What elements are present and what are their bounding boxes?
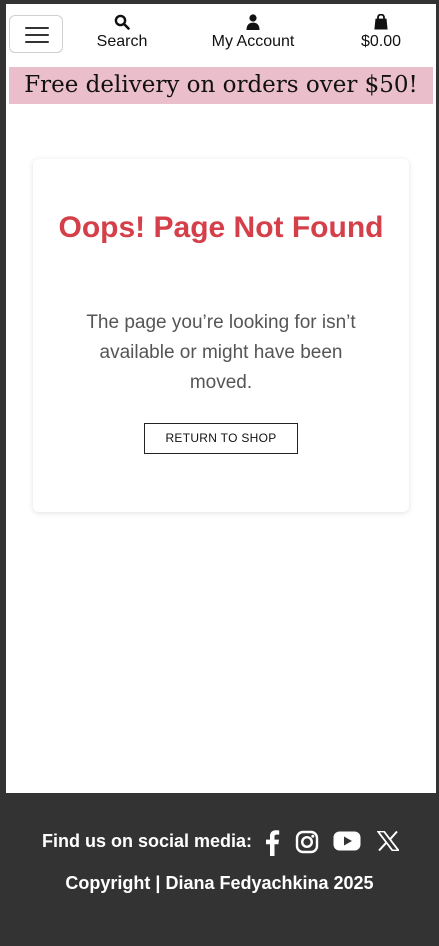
social-label: Find us on social media: — [42, 831, 253, 851]
site-footer: Find us on social media: Copyright | Dia… — [0, 793, 439, 946]
return-to-shop-button[interactable]: RETURN TO SHOP — [144, 423, 298, 454]
search-label: Search — [96, 33, 148, 50]
site-header: Search My Account $0.00 — [6, 4, 436, 66]
menu-bar-icon — [25, 34, 49, 36]
shopping-bag-icon — [374, 14, 388, 30]
menu-toggle-button[interactable] — [9, 15, 63, 53]
user-icon — [246, 14, 260, 30]
menu-bar-icon — [25, 41, 49, 43]
copyright-text: Copyright | Diana Fedyachkina 2025 — [65, 873, 374, 893]
menu-bar-icon — [25, 27, 49, 29]
promo-banner: Free delivery on orders over $50! — [9, 67, 433, 104]
error-message: The page you’re looking for isn’t availa… — [86, 312, 356, 393]
my-account-link[interactable]: My Account — [202, 14, 304, 51]
facebook-icon[interactable] — [264, 830, 280, 856]
error-title: Oops! Page Not Found — [58, 211, 384, 244]
shopping-bag-link[interactable]: $0.00 — [346, 14, 416, 51]
instagram-icon[interactable] — [295, 830, 319, 854]
page-frame: Search My Account $0.00 Free delivery on… — [6, 4, 436, 793]
search-icon — [114, 14, 130, 30]
search-link[interactable]: Search — [82, 14, 162, 51]
youtube-icon[interactable] — [333, 831, 361, 851]
error-card: Oops! Page Not Found The page you’re loo… — [33, 159, 409, 512]
x-icon[interactable] — [377, 831, 399, 851]
bag-total: $0.00 — [360, 33, 402, 50]
account-label: My Account — [211, 33, 295, 50]
